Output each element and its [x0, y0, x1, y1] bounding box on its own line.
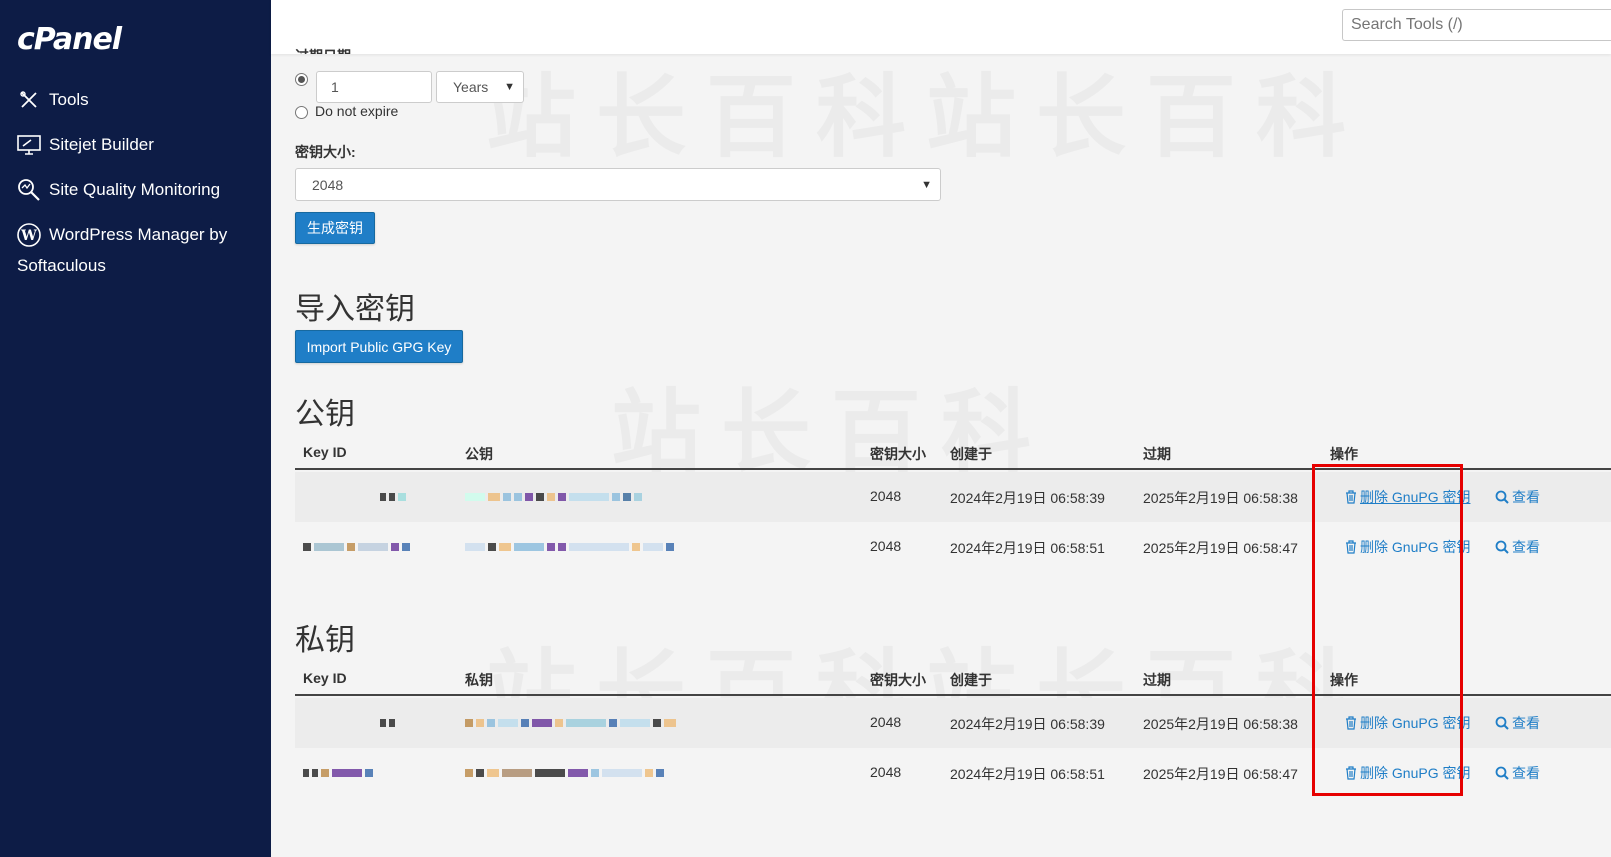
search-icon — [1495, 490, 1509, 504]
sidebar: cPanel Tools Sitejet Builder Site Qualit… — [0, 0, 271, 857]
generate-key-button[interactable]: 生成密钥 — [295, 212, 375, 244]
magnify-icon — [17, 178, 41, 202]
no-expire-label: Do not expire — [315, 103, 399, 119]
col-created: 创建于 — [950, 672, 992, 688]
search-icon — [1495, 766, 1509, 780]
view-label: 查看 — [1512, 715, 1540, 731]
cpanel-logo[interactable]: cPanel — [17, 22, 122, 57]
expires-date: 2025年2月19日 06:58:38 — [1143, 716, 1298, 732]
redacted-key-id — [380, 716, 395, 730]
col-key: 私钥 — [465, 672, 493, 688]
created-date: 2024年2月19日 06:58:39 — [950, 490, 1105, 506]
sidebar-item-label: WordPress Manager by Softaculous — [17, 225, 228, 275]
redacted-key — [465, 540, 674, 554]
monitor-icon — [17, 133, 41, 157]
sidebar-item-label: Sitejet Builder — [49, 135, 154, 154]
expires-date: 2025年2月19日 06:58:47 — [1143, 766, 1298, 782]
col-size: 密钥大小 — [870, 672, 926, 688]
key-size: 2048 — [870, 538, 902, 554]
col-actions: 操作 — [1330, 446, 1358, 462]
redacted-key-id — [380, 490, 406, 504]
redacted-key-id — [303, 766, 373, 780]
watermark: 站长百科 — [926, 44, 1366, 174]
redacted-key — [465, 490, 642, 504]
search-input[interactable] — [1342, 9, 1611, 41]
col-size: 密钥大小 — [870, 446, 926, 462]
key-size-value: 2048 — [312, 177, 344, 193]
view-label: 查看 — [1512, 489, 1540, 505]
col-expires: 过期 — [1143, 672, 1171, 688]
expire-unit-value: Years — [453, 79, 489, 95]
chevron-down-icon: ▼ — [921, 179, 932, 191]
expire-number-input[interactable]: 1 — [316, 71, 432, 103]
expires-date: 2025年2月19日 06:58:38 — [1143, 490, 1298, 506]
view-label: 查看 — [1512, 539, 1540, 555]
expire-label: 过期日期: — [295, 46, 356, 54]
redacted-key — [465, 766, 664, 780]
chevron-down-icon: ▼ — [504, 81, 515, 93]
key-size-select[interactable]: 2048 ▼ — [295, 168, 941, 201]
col-key-id: Key ID — [303, 444, 347, 460]
sidebar-item-sitejet[interactable]: Sitejet Builder — [17, 129, 154, 160]
view-key-link[interactable]: 查看 — [1495, 713, 1540, 733]
created-date: 2024年2月19日 06:58:51 — [950, 766, 1105, 782]
key-size: 2048 — [870, 714, 902, 730]
search-icon — [1495, 716, 1509, 730]
key-size: 2048 — [870, 488, 902, 504]
col-expires: 过期 — [1143, 446, 1171, 462]
sidebar-item-tools[interactable]: Tools — [17, 84, 89, 115]
view-key-link[interactable]: 查看 — [1495, 487, 1540, 507]
main-content: 站长百科 站长百科 站长百科 站长百科 站长百科 过期日期: 1 Years ▼… — [271, 48, 1611, 857]
sidebar-item-wordpress[interactable]: W WordPress Manager by Softaculous — [17, 219, 257, 281]
expire-radio[interactable] — [295, 73, 308, 86]
top-bar — [271, 0, 1611, 54]
col-key: 公钥 — [465, 446, 493, 462]
highlight-box — [1312, 464, 1463, 796]
watermark: 站长百科 — [486, 44, 926, 174]
col-key-id: Key ID — [303, 670, 347, 686]
view-key-link[interactable]: 查看 — [1495, 763, 1540, 783]
search-icon — [1495, 540, 1509, 554]
key-size-label: 密钥大小: — [295, 144, 356, 160]
no-expire-radio[interactable] — [295, 106, 308, 119]
redacted-key-id — [303, 540, 410, 554]
sidebar-item-label: Site Quality Monitoring — [49, 180, 221, 199]
view-key-link[interactable]: 查看 — [1495, 537, 1540, 557]
private-keys-title: 私钥 — [295, 624, 355, 657]
view-label: 查看 — [1512, 765, 1540, 781]
expire-unit-select[interactable]: Years ▼ — [436, 71, 524, 103]
created-date: 2024年2月19日 06:58:39 — [950, 716, 1105, 732]
import-section-title: 导入密钥 — [295, 293, 415, 326]
sidebar-item-label: Tools — [49, 90, 89, 109]
sidebar-item-site-quality[interactable]: Site Quality Monitoring — [17, 174, 220, 205]
import-public-key-button[interactable]: Import Public GPG Key — [295, 330, 463, 363]
public-keys-title: 公钥 — [295, 398, 355, 431]
col-created: 创建于 — [950, 446, 992, 462]
key-size: 2048 — [870, 764, 902, 780]
created-date: 2024年2月19日 06:58:51 — [950, 540, 1105, 556]
tools-icon — [17, 88, 41, 112]
redacted-key — [465, 716, 676, 730]
expires-date: 2025年2月19日 06:58:47 — [1143, 540, 1298, 556]
